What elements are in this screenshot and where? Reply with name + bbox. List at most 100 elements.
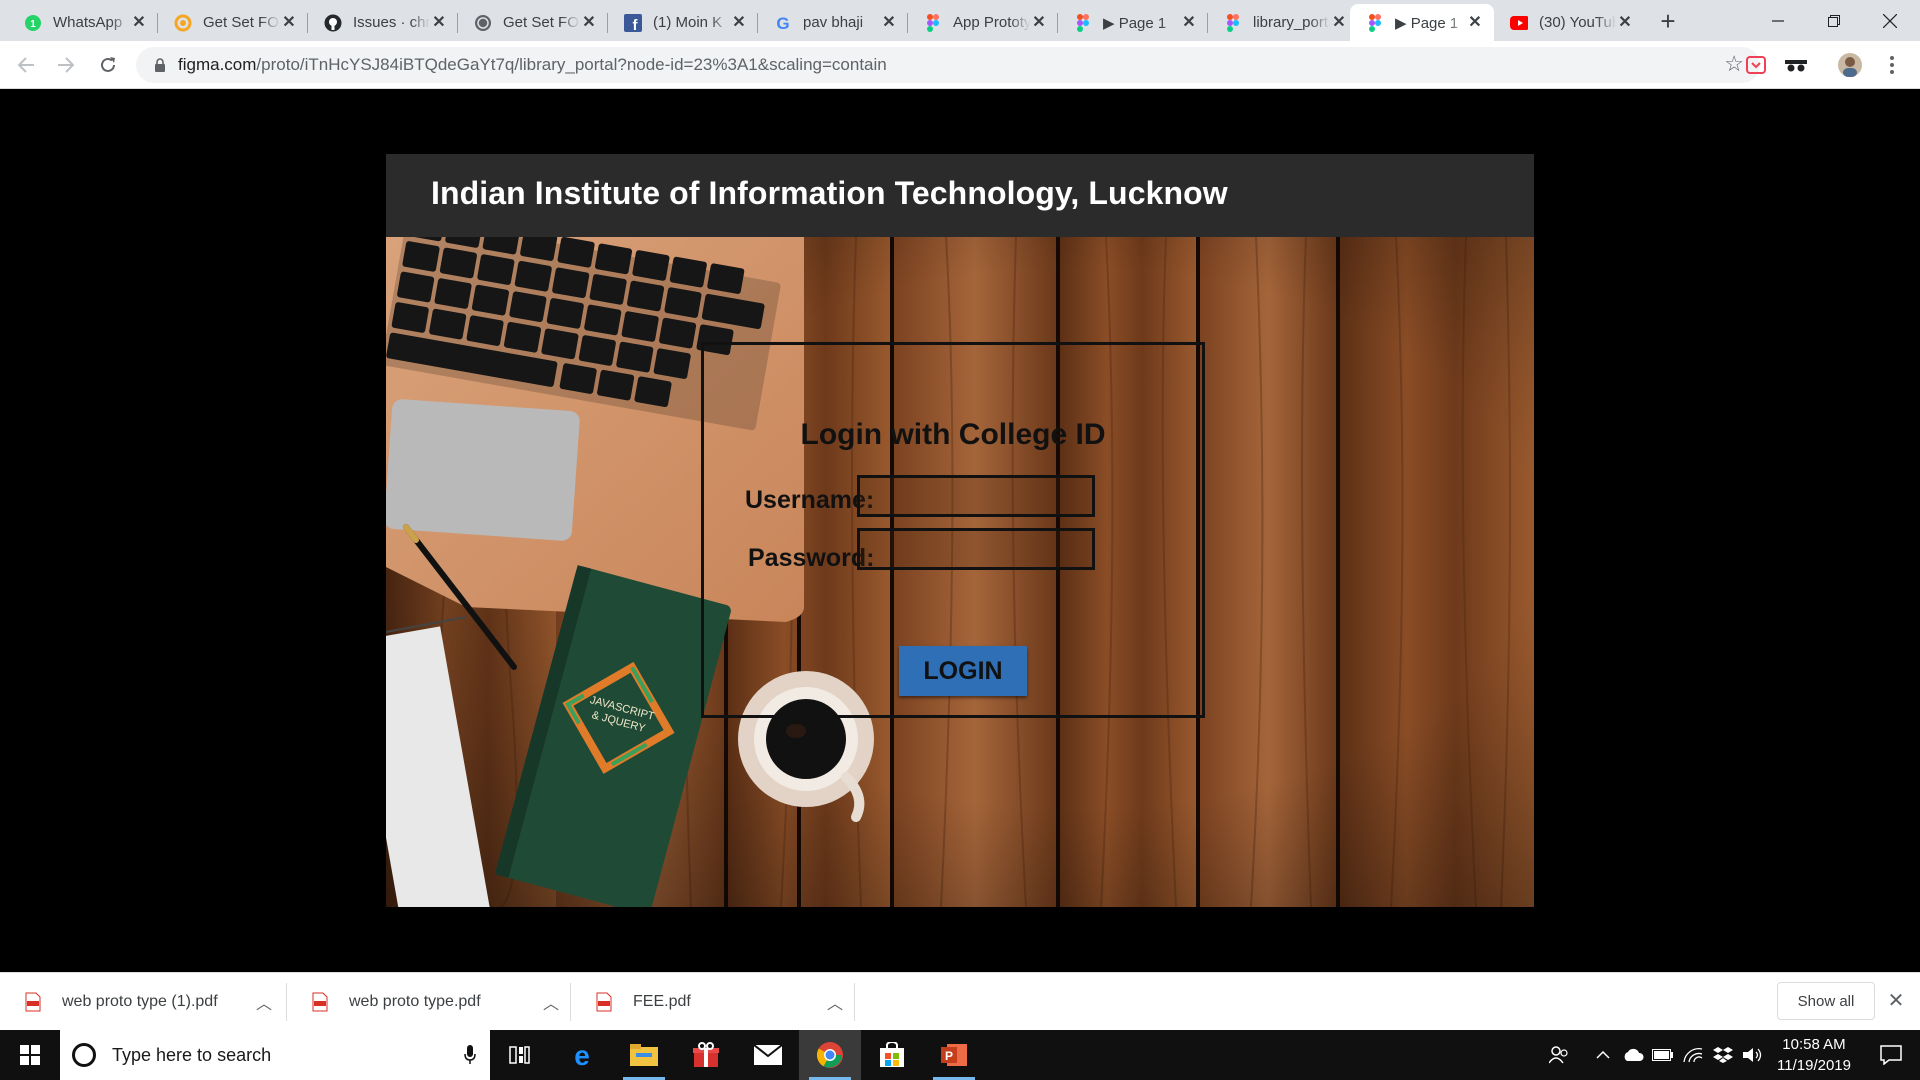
- close-icon[interactable]: ✕: [280, 14, 298, 32]
- new-tab-button[interactable]: +: [1654, 8, 1682, 36]
- clock-date: 11/19/2019: [1777, 1057, 1851, 1074]
- microphone-icon[interactable]: [450, 1045, 490, 1065]
- show-all-downloads-button[interactable]: Show all: [1777, 982, 1875, 1020]
- close-window-button[interactable]: [1862, 0, 1918, 41]
- address-bar[interactable]: figma.com/proto/iTnHcYSJ84iBTQdeGaYt7q/l…: [136, 47, 1760, 83]
- tab-figma-app-prototype[interactable]: App Prototype ✕: [908, 4, 1058, 41]
- chrome-icon[interactable]: [799, 1030, 861, 1080]
- download-item[interactable]: FEE.pdf ︿: [571, 973, 847, 1030]
- tab-title: pav bhaji: [803, 14, 864, 31]
- tab-title: ▶ Page 1: [1103, 14, 1167, 32]
- volume-icon[interactable]: [1738, 1030, 1768, 1080]
- tab-google[interactable]: G pav bhaji ✕: [758, 4, 908, 41]
- profile-avatar[interactable]: [1838, 53, 1862, 77]
- windows-logo-icon: [20, 1045, 40, 1065]
- microsoft-store-icon[interactable]: [861, 1030, 923, 1080]
- tab-figma-page-1-active[interactable]: ▶ Page 1 ✕: [1350, 4, 1494, 41]
- action-center-icon[interactable]: [1862, 1030, 1920, 1080]
- tab-facebook[interactable]: f (1) Moin K ✕: [608, 4, 758, 41]
- more-options-icon[interactable]: [1880, 53, 1904, 77]
- close-icon[interactable]: ✕: [1466, 14, 1484, 32]
- pdf-file-icon: [311, 992, 329, 1012]
- forward-arrow-icon: [58, 57, 75, 73]
- facebook-icon: f: [624, 13, 642, 32]
- restore-button[interactable]: [1806, 0, 1862, 41]
- close-icon[interactable]: ✕: [1030, 14, 1048, 32]
- close-icon[interactable]: ✕: [1616, 14, 1634, 32]
- incognito-extension-icon[interactable]: [1784, 53, 1808, 77]
- battery-icon[interactable]: [1648, 1030, 1678, 1080]
- forward-button[interactable]: [50, 49, 82, 81]
- show-hidden-icons-chevron-icon[interactable]: [1590, 1030, 1616, 1080]
- close-download-shelf-icon[interactable]: ✕: [1884, 989, 1908, 1013]
- tab-title: (1) Moin K: [653, 14, 723, 31]
- taskbar-search-box[interactable]: Type here to search: [60, 1030, 490, 1080]
- reload-icon: [101, 57, 115, 72]
- close-icon: [1883, 13, 1897, 28]
- svg-text:e: e: [574, 1042, 590, 1068]
- dropbox-icon[interactable]: [1708, 1030, 1738, 1080]
- mail-icon[interactable]: [737, 1030, 799, 1080]
- figma-icon: [1074, 13, 1092, 32]
- download-item[interactable]: web proto type (1).pdf ︿: [0, 973, 276, 1030]
- people-icon[interactable]: [1544, 1030, 1574, 1080]
- close-icon[interactable]: ✕: [430, 14, 448, 32]
- username-label: Username:: [745, 486, 875, 514]
- tab-title: (30) YouTube: [1539, 14, 1616, 31]
- gift-app-icon[interactable]: [675, 1030, 737, 1080]
- prototype-frame: Indian Institute of Information Technolo…: [386, 154, 1534, 907]
- tab-title: Get Set FOSS: [203, 14, 280, 31]
- close-icon[interactable]: ✕: [880, 14, 898, 32]
- chevron-up-icon[interactable]: ︿: [252, 990, 276, 1014]
- close-icon[interactable]: ✕: [1330, 14, 1348, 32]
- tab-figma-library-portal[interactable]: library_portal ✕: [1208, 4, 1358, 41]
- url-text: figma.com/proto/iTnHcYSJ84iBTQdeGaYt7q/l…: [178, 55, 887, 75]
- task-view-icon[interactable]: [489, 1030, 551, 1080]
- tab-whatsapp[interactable]: 1 WhatsApp ✕: [8, 4, 158, 41]
- tab-getset-2[interactable]: Get Set FOSS ✕: [458, 4, 608, 41]
- tab-title: Issues · chromium: [353, 14, 430, 31]
- tab-strip: 1 WhatsApp ✕ Get Set FOSS ✕ Issues · chr…: [0, 0, 1920, 41]
- download-shelf: web proto type (1).pdf ︿ web proto type.…: [0, 972, 1920, 1030]
- password-input[interactable]: [857, 528, 1095, 570]
- svg-text:G: G: [776, 14, 789, 32]
- login-form: Login with College ID Username: Password…: [701, 342, 1205, 718]
- bookmark-star-icon[interactable]: ☆: [1724, 53, 1744, 75]
- download-filename: web proto type (1).pdf: [62, 992, 218, 1010]
- back-button[interactable]: [10, 49, 42, 81]
- site-title: Indian Institute of Information Technolo…: [431, 175, 1228, 211]
- tab-youtube[interactable]: (30) YouTube ✕: [1494, 4, 1644, 41]
- edge-browser-icon[interactable]: e: [551, 1030, 613, 1080]
- clock-time: 10:58 AM: [1782, 1036, 1846, 1053]
- google-icon: G: [774, 14, 792, 32]
- tab-title: Get Set FOSS: [503, 14, 580, 31]
- close-icon[interactable]: ✕: [730, 14, 748, 32]
- close-icon[interactable]: ✕: [580, 14, 598, 32]
- github-icon: [324, 14, 342, 32]
- close-icon[interactable]: ✕: [1180, 14, 1198, 32]
- onedrive-cloud-icon[interactable]: [1618, 1030, 1648, 1080]
- login-button[interactable]: LOGIN: [899, 646, 1027, 696]
- download-item[interactable]: web proto type.pdf ︿: [287, 973, 563, 1030]
- start-button[interactable]: [0, 1030, 60, 1080]
- tab-getset-1[interactable]: Get Set FOSS ✕: [158, 4, 308, 41]
- tab-title: WhatsApp: [53, 14, 123, 31]
- file-explorer-icon[interactable]: [613, 1030, 675, 1080]
- chevron-up-icon[interactable]: ︿: [539, 990, 563, 1014]
- system-clock[interactable]: 10:58 AM 11/19/2019: [1766, 1034, 1862, 1076]
- username-input[interactable]: [857, 475, 1095, 517]
- reload-button[interactable]: [92, 49, 124, 81]
- download-filename: web proto type.pdf: [349, 992, 481, 1010]
- minimize-button[interactable]: [1750, 0, 1806, 41]
- tab-github[interactable]: Issues · chromium ✕: [308, 4, 458, 41]
- pdf-file-icon: [595, 992, 613, 1012]
- wifi-icon[interactable]: [1678, 1030, 1708, 1080]
- close-icon[interactable]: ✕: [130, 14, 148, 32]
- login-title: Login with College ID: [800, 418, 1106, 451]
- chevron-up-icon[interactable]: ︿: [823, 990, 847, 1014]
- pocket-extension-icon[interactable]: [1744, 53, 1768, 77]
- figma-icon: [1224, 13, 1242, 32]
- tab-figma-page-1[interactable]: ▶ Page 1 ✕: [1058, 4, 1208, 41]
- powerpoint-icon[interactable]: P: [923, 1030, 985, 1080]
- download-filename: FEE.pdf: [633, 992, 691, 1010]
